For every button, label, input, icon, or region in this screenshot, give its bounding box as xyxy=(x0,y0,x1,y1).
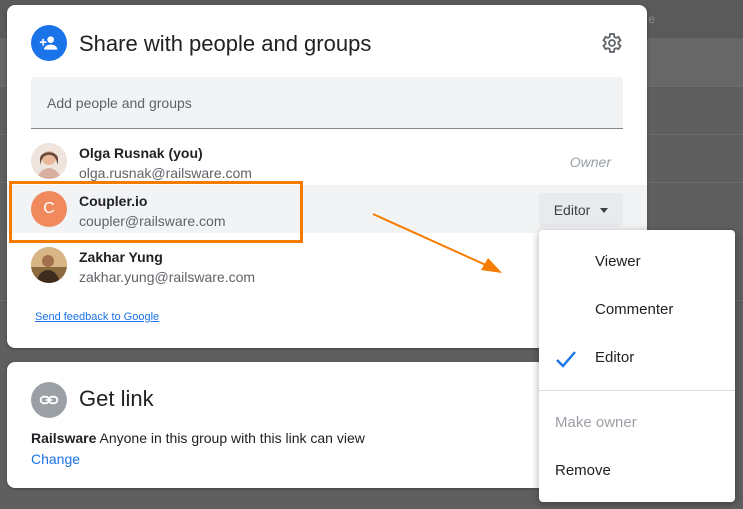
get-link-title: Get link xyxy=(79,386,154,411)
link-access-description: Railsware Anyone in this group with this… xyxy=(31,430,365,446)
person-name: Zakhar Yung xyxy=(79,249,163,265)
role-dropdown-button[interactable]: Editor xyxy=(539,193,623,227)
owner-label: Owner xyxy=(569,154,611,170)
person-row-coupler: C Coupler.io coupler@railsware.com Edito… xyxy=(7,185,647,233)
share-title: Share with people and groups xyxy=(79,31,372,56)
avatar xyxy=(31,143,67,179)
change-link-button[interactable]: Change xyxy=(31,451,80,467)
avatar xyxy=(31,247,67,283)
menu-item-make-owner: Make owner xyxy=(555,414,637,431)
menu-divider xyxy=(539,390,735,391)
add-people-input[interactable] xyxy=(31,77,623,129)
menu-item-viewer[interactable]: Viewer xyxy=(539,238,735,286)
gear-icon[interactable] xyxy=(599,31,623,55)
link-access-text: Anyone in this group with this link can … xyxy=(96,430,365,446)
link-icon xyxy=(31,382,67,418)
backdrop-text: e xyxy=(648,12,655,26)
link-org: Railsware xyxy=(31,430,97,446)
role-menu: Viewer Commenter Editor Make owner Remov… xyxy=(539,230,735,502)
role-label: Editor xyxy=(553,202,591,218)
person-row-olga: Olga Rusnak (you) olga.rusnak@railsware.… xyxy=(7,137,647,185)
menu-item-editor[interactable]: Editor xyxy=(539,334,735,382)
caret-down-icon xyxy=(600,207,609,213)
person-email: zakhar.yung@railsware.com xyxy=(79,269,256,285)
check-icon xyxy=(556,351,576,368)
menu-item-commenter[interactable]: Commenter xyxy=(539,286,735,334)
add-person-icon xyxy=(31,25,67,61)
send-feedback-link[interactable]: Send feedback to Google xyxy=(35,311,159,323)
person-name: Coupler.io xyxy=(79,193,148,209)
person-email: olga.rusnak@railsware.com xyxy=(79,165,252,181)
menu-item-remove[interactable]: Remove xyxy=(539,447,735,495)
person-email: coupler@railsware.com xyxy=(79,213,226,229)
avatar: C xyxy=(31,191,67,227)
person-name: Olga Rusnak (you) xyxy=(79,145,203,161)
